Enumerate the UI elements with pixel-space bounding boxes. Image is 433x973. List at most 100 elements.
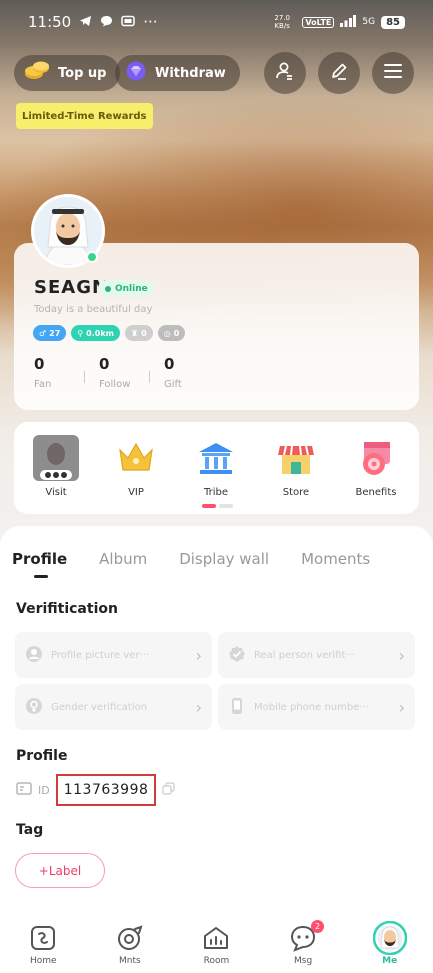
male-icon: ♂: [39, 328, 47, 338]
follow-count: 0: [99, 355, 110, 373]
telegram-icon: [79, 13, 92, 31]
store-icon: [272, 434, 320, 482]
shortcuts-panel: Visit VIP Tribe Store Benefits: [14, 422, 419, 514]
id-label: ID: [38, 783, 50, 797]
phone-icon: [228, 697, 246, 718]
network-type: 5G: [362, 17, 376, 27]
chevron-right-icon: ›: [195, 645, 202, 665]
gender-verification-card[interactable]: Gender verification ›: [15, 684, 212, 730]
pencil-icon: [329, 61, 349, 85]
fan-stat[interactable]: 0 Fan: [34, 355, 96, 390]
verification-title: Verifitication: [16, 601, 118, 617]
battery-indicator: 85: [381, 15, 405, 29]
mobile-phone-verification-card[interactable]: Mobile phone numbe··· ›: [218, 684, 415, 730]
chevron-right-icon: ›: [398, 697, 405, 717]
user-tags: ♂ 27 ⚲ 0.0km ♜ 0 ◎ 0: [33, 325, 186, 341]
id-card-icon: [16, 782, 32, 798]
distance-tag: ⚲ 0.0km: [71, 325, 120, 341]
shortcut-benefits[interactable]: Benefits: [341, 434, 411, 498]
net-speed: 27.0 KB/s: [274, 14, 291, 30]
add-label-button[interactable]: +Label: [15, 853, 105, 888]
charm-level-tag: ◎ 0: [157, 325, 186, 341]
copy-icon[interactable]: [162, 782, 175, 798]
hamburger-icon: [384, 63, 402, 83]
gift-stat[interactable]: 0 Gift: [164, 355, 226, 390]
benefits-label: Benefits: [355, 487, 397, 498]
profile-section-title: Profile: [16, 748, 68, 764]
coins-icon: [24, 60, 50, 86]
profile-card: SEAGM Online Today is a beautiful day ♂ 2…: [14, 243, 419, 410]
tab-display-wall[interactable]: Display wall: [179, 550, 269, 568]
nav-me[interactable]: Me: [360, 921, 420, 966]
status-bar: 11:50 ··· 27.0 KB/s VoLTE 5G 85: [0, 0, 433, 44]
stat-divider: [84, 371, 85, 383]
shortcut-page-indicator: [202, 504, 233, 508]
page-dot: [219, 504, 233, 508]
gender-age-tag: ♂ 27: [33, 325, 67, 341]
profile-tabs: Profile Album Display wall Moments: [12, 550, 402, 578]
status-more-dots: ···: [143, 13, 158, 31]
fan-count: 0: [34, 355, 45, 373]
visit-icon: [32, 434, 80, 482]
diamond-icon: [125, 61, 147, 85]
profile-content-sheet: Profile Album Display wall Moments Verif…: [0, 526, 433, 973]
user-bio: Today is a beautiful day: [34, 304, 153, 315]
crown-small-icon: ♜: [131, 328, 139, 338]
vip-label: VIP: [128, 487, 144, 498]
nav-home[interactable]: Home: [13, 922, 73, 966]
online-indicator-dot: [86, 251, 98, 263]
shortcut-visit[interactable]: Visit: [21, 434, 91, 498]
mobile-phone-verification-label: Mobile phone numbe···: [254, 701, 369, 713]
chat-icon: [100, 13, 113, 31]
online-status-label: Online: [115, 283, 148, 294]
menu-button[interactable]: [372, 52, 414, 94]
vip-crown-icon: [112, 434, 160, 482]
moments-icon: [100, 922, 160, 954]
gender-verification-label: Gender verification: [51, 701, 148, 713]
profile-picture-verification-card[interactable]: Profile picture ver··· ›: [15, 632, 212, 678]
medal-small-icon: ◎: [163, 328, 171, 338]
video-icon: [121, 13, 135, 31]
message-icon: [273, 922, 333, 954]
chevron-right-icon: ›: [398, 645, 405, 665]
online-status-badge: Online: [98, 280, 155, 297]
tribe-building-icon: [192, 434, 240, 482]
gift-count: 0: [164, 355, 175, 373]
tab-profile[interactable]: Profile: [12, 550, 67, 578]
page-dot-active: [202, 504, 216, 508]
shortcut-tribe[interactable]: Tribe: [181, 434, 251, 498]
chevron-right-icon: ›: [195, 697, 202, 717]
mnts-label: Mnts: [119, 956, 141, 966]
tab-album[interactable]: Album: [99, 550, 147, 568]
real-person-verification-card[interactable]: Real person verifit··· ›: [218, 632, 415, 678]
limited-time-rewards-badge[interactable]: Limited-Time Rewards: [16, 103, 153, 129]
top-up-label: Top up: [58, 65, 107, 81]
follow-stats: 0 Fan 0 Follow 0 Gift: [34, 355, 226, 390]
me-avatar-icon: [360, 921, 420, 955]
verified-check-icon: [228, 645, 246, 666]
stat-divider: [149, 371, 150, 383]
nav-msg[interactable]: 2 Msg: [273, 920, 333, 966]
tag-section-title: Tag: [16, 822, 44, 838]
withdraw-label: Withdraw: [155, 65, 226, 81]
store-label: Store: [282, 487, 310, 498]
user-edit-icon: [275, 61, 295, 85]
user-id-row: ID 113763998: [16, 774, 175, 806]
nav-mnts[interactable]: Mnts: [100, 922, 160, 966]
gender-icon: [25, 697, 43, 718]
withdraw-button[interactable]: Withdraw: [115, 55, 240, 91]
volte-badge: VoLTE: [302, 16, 335, 28]
message-count-badge: 2: [311, 920, 325, 933]
nav-room[interactable]: Room: [186, 922, 246, 966]
me-label: Me: [382, 956, 398, 966]
shortcut-vip[interactable]: VIP: [101, 434, 171, 498]
top-up-button[interactable]: Top up: [14, 55, 121, 91]
edit-button[interactable]: [318, 52, 360, 94]
room-icon: [186, 922, 246, 954]
gift-label: Gift: [164, 379, 182, 390]
follow-stat[interactable]: 0 Follow: [99, 355, 161, 390]
real-person-verification-label: Real person verifit···: [254, 649, 355, 661]
edit-profile-user-button[interactable]: [264, 52, 306, 94]
tab-moments[interactable]: Moments: [301, 550, 370, 568]
shortcut-store[interactable]: Store: [261, 434, 331, 498]
